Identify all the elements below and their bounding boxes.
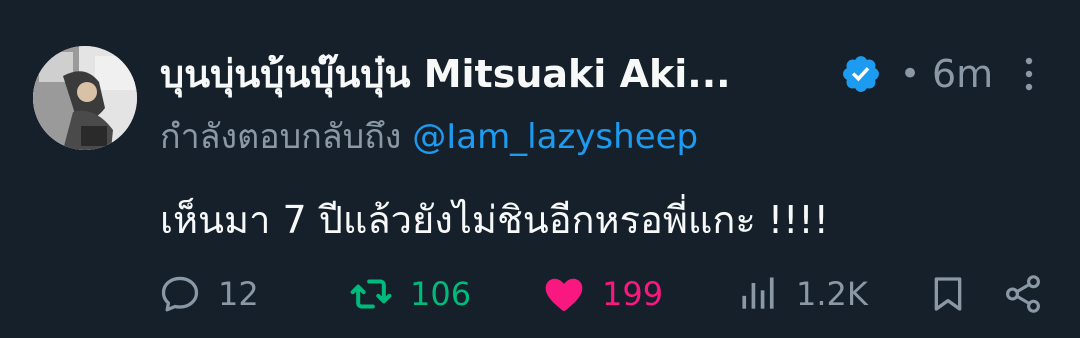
- verified-badge-icon: [843, 56, 879, 92]
- views-count: 1.2K: [796, 275, 868, 313]
- bookmark-button[interactable]: [928, 268, 968, 320]
- share-icon: [1006, 275, 1040, 313]
- more-options-icon[interactable]: [1022, 56, 1036, 92]
- action-bar: 12 106 199 1.2K: [158, 268, 1058, 320]
- replying-to: กำลังตอบกลับถึง @Iam_lazysheep: [160, 112, 698, 162]
- timestamp[interactable]: 6m: [932, 48, 993, 100]
- views-bar-chart-icon: [742, 277, 774, 309]
- bookmark-icon: [934, 277, 962, 311]
- share-button[interactable]: [1002, 268, 1044, 320]
- author-avatar[interactable]: [33, 46, 137, 150]
- replying-to-label: กำลังตอบกลับถึง: [160, 117, 413, 157]
- comment-icon: [161, 276, 199, 312]
- retweet-icon: [350, 279, 392, 309]
- like-count: 199: [602, 275, 664, 313]
- tweet-header: บุนบุ่นบุ้นบุ๊นบุ๋น Mitsuaki Aki... • 6m: [160, 48, 1040, 100]
- avatar-photo: [33, 46, 137, 150]
- reply-mention-link[interactable]: @Iam_lazysheep: [412, 117, 698, 157]
- heart-icon: [545, 278, 583, 312]
- retweet-button[interactable]: 106: [348, 268, 471, 320]
- like-button[interactable]: 199: [542, 268, 663, 320]
- tweet-text: เห็นมา 7 ปีแล้วยังไม่ชินอีกหรอพี่แกะ !!!…: [160, 198, 829, 242]
- retweet-count: 106: [410, 275, 472, 313]
- reply-button[interactable]: 12: [158, 268, 259, 320]
- reply-count: 12: [218, 275, 259, 313]
- author-display-name[interactable]: บุนบุ่นบุ้นบุ๊นบุ๋น Mitsuaki Aki...: [160, 48, 731, 100]
- separator-dot: •: [900, 54, 921, 94]
- views-button[interactable]: 1.2K: [736, 268, 868, 320]
